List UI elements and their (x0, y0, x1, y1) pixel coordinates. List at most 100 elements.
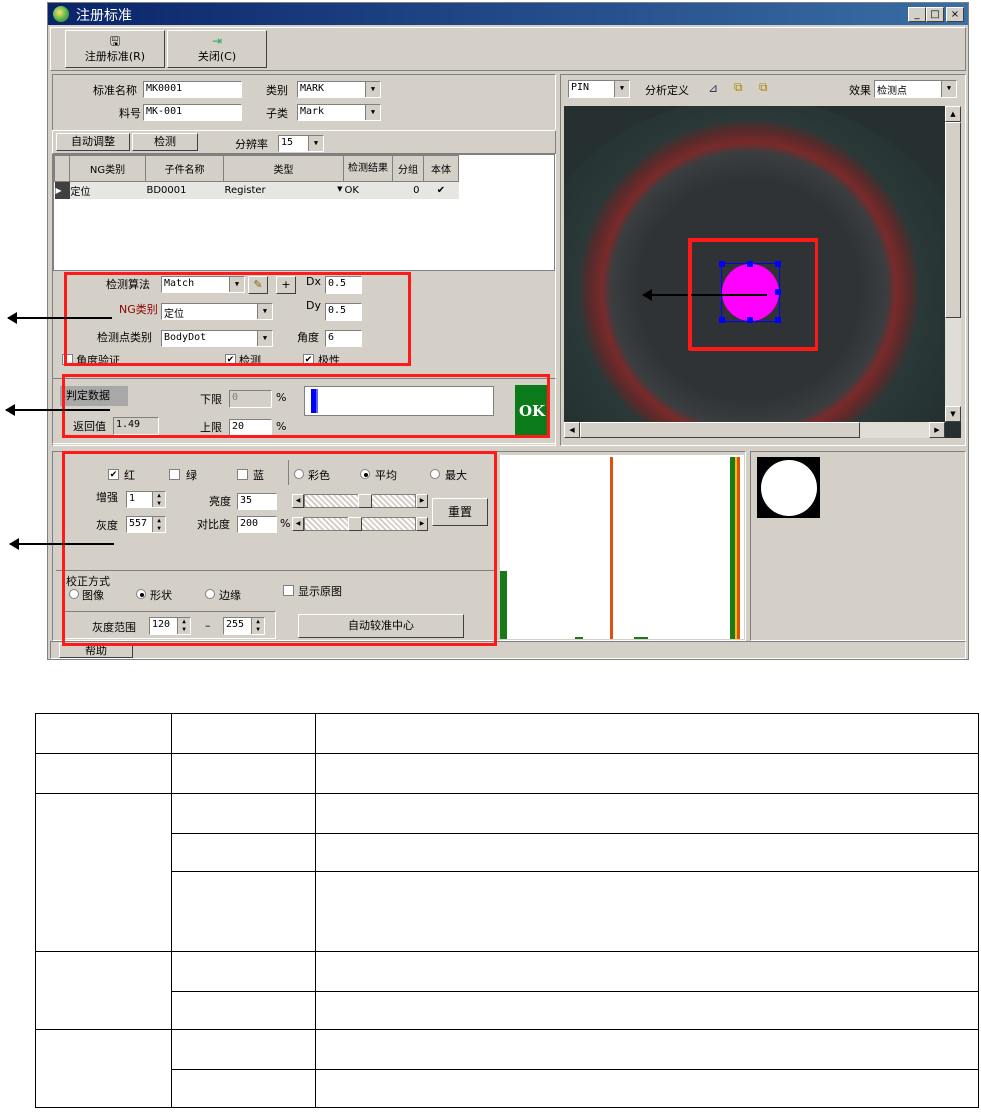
col-body[interactable]: 本体 (423, 155, 459, 182)
description-table (35, 713, 979, 1108)
analysis-definition-label: 分析定义 (645, 84, 689, 97)
table-cell (171, 1069, 316, 1108)
scroll-thumb-h[interactable] (580, 422, 860, 438)
scroll-right-icon[interactable]: ▶ (929, 422, 945, 438)
cell-body-checkbox[interactable]: ✔ (424, 182, 459, 200)
table-row (36, 833, 979, 872)
col-ng-type[interactable]: NG类别 (69, 155, 146, 182)
arrow-left-icon (5, 404, 110, 416)
grid-header-row: NG类别 子件名称 类型 检测结果 分组 本体 (54, 155, 459, 182)
histogram-bar (634, 637, 648, 639)
col-group[interactable]: 分组 (392, 155, 424, 182)
close-label: 关闭(C) (197, 50, 237, 63)
auto-adjust-button[interactable]: 自动调整 (56, 133, 130, 151)
table-cell (315, 753, 979, 794)
resolution-select[interactable]: 15 ▼ (278, 135, 324, 152)
detect-button[interactable]: 检测 (132, 133, 198, 151)
cell-element-name[interactable]: BD0001 (146, 182, 224, 200)
table-cell (171, 753, 316, 794)
minimize-button[interactable]: _ (908, 7, 926, 22)
cell-type-value: Register (224, 185, 266, 196)
standard-name-input[interactable]: MK0001 (143, 81, 242, 98)
annotation-box-algorithm (64, 272, 411, 366)
table-row (35, 713, 979, 754)
vertical-scrollbar[interactable]: ▲ ▼ (945, 106, 961, 422)
chevron-down-icon: ▼ (941, 81, 956, 97)
part-number-input[interactable]: MK-001 (143, 104, 242, 121)
resolution-value: 15 (281, 137, 294, 148)
disk-icon: 🖫 (109, 34, 121, 48)
histogram-marker (610, 457, 613, 639)
histogram-view (500, 455, 744, 639)
grid-table: NG类别 子件名称 类型 检测结果 分组 本体 ▶ 定位 BD0001 Regi… (54, 155, 459, 199)
table-cell (315, 713, 979, 754)
table-cell (35, 793, 172, 952)
close-button[interactable]: ⇥ 关闭(C) (167, 30, 267, 68)
maximize-button[interactable]: □ (926, 7, 944, 22)
standard-name-label: 标准名称 (93, 84, 137, 97)
table-row (36, 871, 979, 952)
element-grid[interactable]: NG类别 子件名称 类型 检测结果 分组 本体 ▶ 定位 BD0001 Regi… (53, 154, 555, 271)
pin-select[interactable]: PIN ▼ (568, 80, 630, 98)
annotation-box-target (688, 238, 818, 350)
cell-group[interactable]: 0 (393, 182, 424, 200)
annotation-box-color (62, 451, 497, 646)
close-window-button[interactable]: × (946, 7, 964, 22)
scroll-down-icon[interactable]: ▼ (945, 406, 961, 422)
register-standard-button[interactable]: 🖫 注册标准(R) (65, 30, 165, 68)
table-cell (315, 833, 979, 872)
title-bar: 注册标准 _ □ × (48, 3, 968, 25)
category-select[interactable]: MARK ▼ (297, 81, 381, 98)
part-number-label: 料号 (119, 107, 141, 120)
table-row (35, 951, 979, 1030)
table-row (35, 1029, 979, 1108)
scroll-left-icon[interactable]: ◀ (564, 422, 580, 438)
col-element-name[interactable]: 子件名称 (145, 155, 224, 182)
table-cell (315, 793, 979, 834)
table-row (35, 793, 979, 952)
table-cell (35, 753, 172, 794)
table-row[interactable]: ▶ 定位 BD0001 Register ▼ OK 0 ✔ (54, 181, 459, 200)
register-standard-label: 注册标准(R) (84, 50, 146, 63)
category-value: MARK (300, 83, 325, 94)
effect-select[interactable]: 检测点 ▼ (874, 80, 957, 98)
chevron-down-icon: ▼ (308, 136, 323, 151)
col-type[interactable]: 类型 (223, 155, 344, 182)
category-label: 类别 (266, 84, 288, 97)
subclass-value: Mark (300, 106, 325, 117)
subclass-select[interactable]: Mark ▼ (297, 104, 381, 121)
scroll-thumb[interactable] (945, 122, 961, 318)
pin-value: PIN (571, 82, 590, 93)
exit-door-icon: ⇥ (211, 34, 223, 48)
cell-result[interactable]: OK (344, 182, 393, 200)
cell-type[interactable]: Register ▼ (224, 182, 344, 200)
flip-icon[interactable]: ⊿ (708, 81, 718, 95)
preview-dot (761, 460, 817, 516)
table-cell (315, 951, 979, 992)
send-back-icon[interactable]: ⧉ (759, 80, 768, 95)
chevron-down-icon: ▼ (365, 105, 380, 120)
col-result[interactable]: 检测结果 (343, 155, 393, 182)
bring-front-icon[interactable]: ⧉ (734, 80, 743, 95)
table-cell (315, 1029, 979, 1070)
table-cell (171, 991, 316, 1030)
arrow-left-icon (9, 538, 114, 550)
table-cell (315, 1069, 979, 1108)
histogram-bar (575, 637, 583, 639)
resolution-label: 分辨率 (235, 138, 268, 151)
horizontal-scrollbar[interactable]: ◀ ▶ (564, 422, 945, 438)
app-icon (53, 6, 69, 22)
table-cell (35, 1029, 172, 1108)
table-cell (171, 793, 316, 834)
table-cell (171, 1029, 316, 1070)
window-title: 注册标准 (76, 8, 132, 24)
scroll-up-icon[interactable]: ▲ (945, 106, 961, 122)
chevron-down-icon: ▼ (614, 81, 629, 97)
table-row (36, 991, 979, 1030)
table-cell (171, 833, 316, 872)
table-row (36, 1069, 979, 1108)
cell-ng-type[interactable]: 定位 (70, 182, 146, 200)
effect-label: 效果 (849, 84, 871, 97)
chevron-down-icon: ▼ (337, 185, 343, 193)
chevron-down-icon: ▼ (365, 82, 380, 97)
